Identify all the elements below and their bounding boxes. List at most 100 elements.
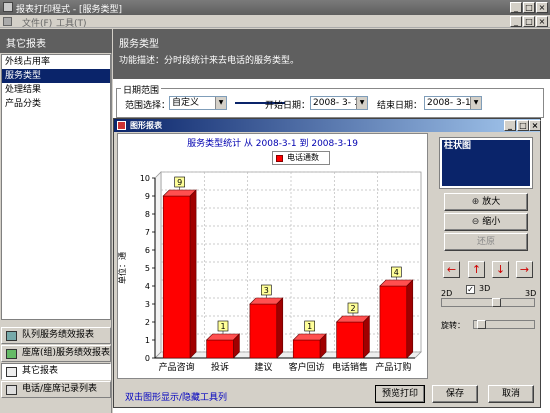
start-date-value: 2008- 3- 1 <box>313 98 360 108</box>
window-titlebar: 报表打印程式 - [服务类型] _ □ × <box>0 0 550 15</box>
bar-side <box>189 189 197 359</box>
rotate-slider[interactable] <box>473 320 535 329</box>
chart-icon <box>117 121 126 130</box>
maximize-button[interactable]: □ <box>523 2 535 13</box>
pan-right-button[interactable]: → <box>516 261 533 278</box>
mode-2d-label: 2D <box>441 289 453 298</box>
nav-label: 座席(组)服务绩效报表 <box>22 348 111 358</box>
menu-tools[interactable]: 工具(T) <box>56 16 87 29</box>
mdi-maximize-button[interactable]: □ <box>523 16 535 27</box>
mdi-close-button[interactable]: × <box>536 16 548 27</box>
chart-minimize-button[interactable]: _ <box>504 120 516 131</box>
chevron-down-icon[interactable]: ▼ <box>470 97 481 109</box>
report-item-result[interactable]: 处理结果 <box>2 83 110 97</box>
depth-slider[interactable] <box>441 298 535 307</box>
report-list: 外线占用率 服务类型 处理结果 产品分类 <box>1 54 111 320</box>
bar <box>162 195 191 359</box>
chart-window-titlebar: 图形报表 _ □ × <box>114 119 541 132</box>
report-item-line-usage[interactable]: 外线占用率 <box>2 55 110 69</box>
menu-bar: 文件(F) 工具(T) _ □ × <box>0 15 550 29</box>
chart-close-button[interactable]: × <box>529 120 541 131</box>
agent-group-icon <box>6 349 17 359</box>
app-icon <box>3 2 13 12</box>
document-icon <box>3 17 12 26</box>
chart-type-option[interactable]: 柱状图 <box>442 140 530 152</box>
rotate-label: 旋转： <box>441 321 465 330</box>
rotate-slider-thumb[interactable] <box>477 320 486 329</box>
x-tick-label: 投诉 <box>211 361 229 373</box>
y-tick-label: 6 <box>145 246 150 255</box>
zoom-out-icon: ⊖ <box>471 217 483 227</box>
arrow-down-icon: ↓ <box>495 263 506 276</box>
mode-3d-label: 3D <box>479 284 491 293</box>
preview-print-button[interactable]: 预览打印 <box>375 385 425 403</box>
date-range-group: 日期范围 范围选择： 自定义 ▼ 开始日期： 2008- 3- 1 ▼ 结束日期… <box>116 83 544 118</box>
menu-file[interactable]: 文件(F) <box>22 16 52 29</box>
nav-label: 队列服务绩效报表 <box>22 330 95 340</box>
left-panel-header: 其它报表 <box>0 29 112 53</box>
nav-agent-performance[interactable]: 座席(组)服务绩效报表 <box>1 345 111 362</box>
y-tick-label: 1 <box>145 336 150 345</box>
pan-up-button[interactable]: ↑ <box>468 261 485 278</box>
data-label: 1 <box>220 322 225 331</box>
x-tick-label: 产品订购 <box>375 361 411 373</box>
chart-legend: 电话通数 <box>272 151 330 165</box>
mode-3d-checkbox[interactable]: ✓ <box>466 285 475 294</box>
y-tick-label: 3 <box>145 300 150 309</box>
report-description: 功能描述：分时段统计来去电话的服务类型。 <box>119 56 300 66</box>
nav-queue-performance[interactable]: 队列服务绩效报表 <box>1 327 111 344</box>
report-header: 服务类型 功能描述：分时段统计来去电话的服务类型。 <box>113 29 550 79</box>
x-tick-label: 客户回访 <box>289 361 325 373</box>
zoom-out-button[interactable]: ⊖ 缩小 <box>444 213 528 231</box>
minimize-button[interactable]: _ <box>510 2 522 13</box>
y-tick-label: 9 <box>145 192 150 201</box>
y-tick-label: 2 <box>145 318 150 327</box>
arrow-left-icon: ← <box>446 263 457 276</box>
bar <box>206 339 234 359</box>
queue-icon <box>6 331 17 341</box>
y-axis-label: 单位：通 <box>117 252 127 284</box>
pan-left-button[interactable]: ← <box>443 261 460 278</box>
start-date-label: 开始日期： <box>265 101 311 111</box>
arrow-right-icon: → <box>519 263 530 276</box>
report-item-product-category[interactable]: 产品分类 <box>2 97 110 111</box>
cancel-button[interactable]: 取消 <box>488 385 534 403</box>
report-icon <box>6 367 17 377</box>
bar-side <box>406 279 414 359</box>
report-item-service-type[interactable]: 服务类型 <box>2 69 110 83</box>
chevron-down-icon[interactable]: ▼ <box>215 97 226 109</box>
data-label: 1 <box>307 322 312 331</box>
range-select-value: 自定义 <box>172 98 200 108</box>
y-tick-label: 8 <box>145 210 150 219</box>
chart-title: 服务类型统计 从 2008-3-1 到 2008-3-19 <box>187 139 358 149</box>
zoom-in-label: 放大 <box>482 197 501 207</box>
restore-button[interactable]: 还原 <box>444 233 528 251</box>
y-tick-label: 0 <box>145 354 150 363</box>
chart-window-title: 图形报表 <box>130 121 162 130</box>
data-label: 4 <box>394 268 399 277</box>
chart-maximize-button[interactable]: □ <box>517 120 529 131</box>
zoom-out-label: 缩小 <box>482 217 501 227</box>
nav-other-reports[interactable]: 其它报表 <box>1 363 111 380</box>
status-hint: 双击图形显示/隐藏工具列 <box>125 393 228 403</box>
nav-call-records[interactable]: 电话/座席记录列表 <box>1 381 111 398</box>
nav-label: 电话/座席记录列表 <box>22 384 98 394</box>
report-title: 服务类型 <box>119 39 159 50</box>
arrow-up-icon: ↑ <box>471 263 482 276</box>
depth-slider-thumb[interactable] <box>492 298 501 307</box>
end-date-picker[interactable]: 2008- 3-19 ▼ <box>424 96 482 110</box>
range-select[interactable]: 自定义 ▼ <box>169 96 227 110</box>
save-button[interactable]: 保存 <box>432 385 478 403</box>
y-tick-label: 10 <box>140 174 150 183</box>
bar <box>379 285 408 359</box>
phone-icon <box>6 385 17 395</box>
x-tick-label: 产品咨询 <box>159 361 195 373</box>
close-button[interactable]: × <box>536 2 548 13</box>
chevron-down-icon[interactable]: ▼ <box>356 97 367 109</box>
start-date-picker[interactable]: 2008- 3- 1 ▼ <box>310 96 368 110</box>
zoom-in-button[interactable]: ⊕ 放大 <box>444 193 528 211</box>
pan-down-button[interactable]: ↓ <box>492 261 509 278</box>
mdi-minimize-button[interactable]: _ <box>510 16 522 27</box>
data-label: 3 <box>264 286 269 295</box>
chart-type-list[interactable]: 柱状图 <box>439 137 533 189</box>
